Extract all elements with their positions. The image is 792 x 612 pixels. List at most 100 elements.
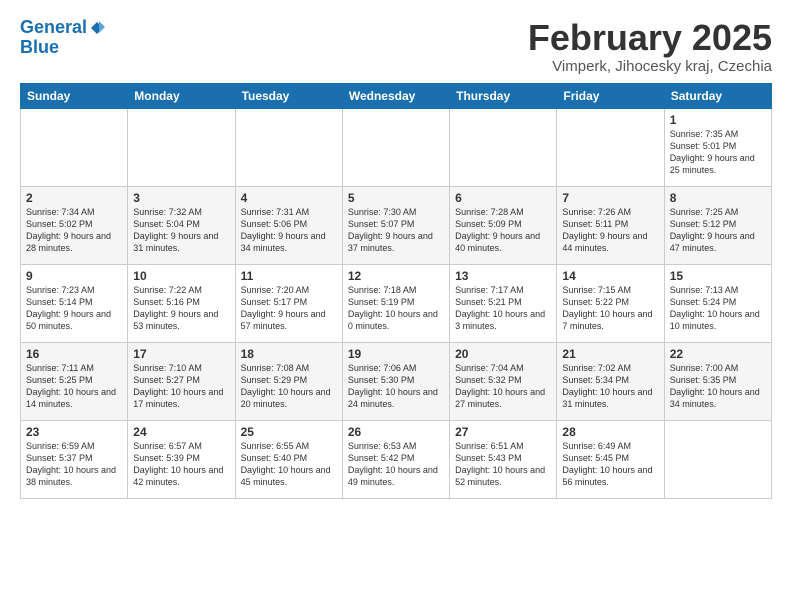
day-number: 19: [348, 347, 444, 361]
day-info: Sunrise: 7:08 AM Sunset: 5:29 PM Dayligh…: [241, 362, 337, 411]
day-number: 6: [455, 191, 551, 205]
calendar-cell: 1Sunrise: 7:35 AM Sunset: 5:01 PM Daylig…: [664, 108, 771, 186]
logo: General Blue: [20, 18, 105, 58]
col-header-friday: Friday: [557, 83, 664, 108]
calendar-cell: 10Sunrise: 7:22 AM Sunset: 5:16 PM Dayli…: [128, 264, 235, 342]
calendar-cell: 18Sunrise: 7:08 AM Sunset: 5:29 PM Dayli…: [235, 342, 342, 420]
calendar-cell: [664, 420, 771, 498]
calendar-row-4: 23Sunrise: 6:59 AM Sunset: 5:37 PM Dayli…: [21, 420, 772, 498]
col-header-monday: Monday: [128, 83, 235, 108]
day-info: Sunrise: 6:49 AM Sunset: 5:45 PM Dayligh…: [562, 440, 658, 489]
calendar-cell: 15Sunrise: 7:13 AM Sunset: 5:24 PM Dayli…: [664, 264, 771, 342]
day-info: Sunrise: 6:59 AM Sunset: 5:37 PM Dayligh…: [26, 440, 122, 489]
day-number: 18: [241, 347, 337, 361]
day-info: Sunrise: 7:10 AM Sunset: 5:27 PM Dayligh…: [133, 362, 229, 411]
header: General Blue February 2025 Vimperk, Jiho…: [20, 18, 772, 75]
day-info: Sunrise: 7:22 AM Sunset: 5:16 PM Dayligh…: [133, 284, 229, 333]
subtitle: Vimperk, Jihocesky kraj, Czechia: [528, 58, 772, 75]
day-number: 20: [455, 347, 551, 361]
day-number: 1: [670, 113, 766, 127]
day-info: Sunrise: 7:23 AM Sunset: 5:14 PM Dayligh…: [26, 284, 122, 333]
logo-text: General: [20, 18, 105, 38]
calendar-cell: 9Sunrise: 7:23 AM Sunset: 5:14 PM Daylig…: [21, 264, 128, 342]
day-number: 5: [348, 191, 444, 205]
day-number: 13: [455, 269, 551, 283]
day-number: 14: [562, 269, 658, 283]
calendar-cell: 5Sunrise: 7:30 AM Sunset: 5:07 PM Daylig…: [342, 186, 449, 264]
day-number: 3: [133, 191, 229, 205]
calendar-cell: 17Sunrise: 7:10 AM Sunset: 5:27 PM Dayli…: [128, 342, 235, 420]
calendar-row-2: 9Sunrise: 7:23 AM Sunset: 5:14 PM Daylig…: [21, 264, 772, 342]
calendar-cell: [450, 108, 557, 186]
day-number: 11: [241, 269, 337, 283]
day-number: 27: [455, 425, 551, 439]
day-number: 9: [26, 269, 122, 283]
calendar-cell: 28Sunrise: 6:49 AM Sunset: 5:45 PM Dayli…: [557, 420, 664, 498]
calendar-cell: 24Sunrise: 6:57 AM Sunset: 5:39 PM Dayli…: [128, 420, 235, 498]
calendar-row-3: 16Sunrise: 7:11 AM Sunset: 5:25 PM Dayli…: [21, 342, 772, 420]
calendar-cell: 6Sunrise: 7:28 AM Sunset: 5:09 PM Daylig…: [450, 186, 557, 264]
col-header-wednesday: Wednesday: [342, 83, 449, 108]
calendar: SundayMondayTuesdayWednesdayThursdayFrid…: [20, 83, 772, 499]
day-info: Sunrise: 7:34 AM Sunset: 5:02 PM Dayligh…: [26, 206, 122, 255]
month-title: February 2025: [528, 18, 772, 58]
day-number: 12: [348, 269, 444, 283]
day-info: Sunrise: 6:53 AM Sunset: 5:42 PM Dayligh…: [348, 440, 444, 489]
calendar-cell: 26Sunrise: 6:53 AM Sunset: 5:42 PM Dayli…: [342, 420, 449, 498]
day-info: Sunrise: 7:11 AM Sunset: 5:25 PM Dayligh…: [26, 362, 122, 411]
calendar-cell: 4Sunrise: 7:31 AM Sunset: 5:06 PM Daylig…: [235, 186, 342, 264]
day-info: Sunrise: 7:02 AM Sunset: 5:34 PM Dayligh…: [562, 362, 658, 411]
calendar-cell: [557, 108, 664, 186]
col-header-thursday: Thursday: [450, 83, 557, 108]
calendar-cell: [128, 108, 235, 186]
day-info: Sunrise: 7:25 AM Sunset: 5:12 PM Dayligh…: [670, 206, 766, 255]
page: General Blue February 2025 Vimperk, Jiho…: [0, 0, 792, 509]
day-info: Sunrise: 7:32 AM Sunset: 5:04 PM Dayligh…: [133, 206, 229, 255]
day-info: Sunrise: 7:13 AM Sunset: 5:24 PM Dayligh…: [670, 284, 766, 333]
day-number: 21: [562, 347, 658, 361]
title-section: February 2025 Vimperk, Jihocesky kraj, C…: [528, 18, 772, 75]
day-info: Sunrise: 7:00 AM Sunset: 5:35 PM Dayligh…: [670, 362, 766, 411]
calendar-cell: 14Sunrise: 7:15 AM Sunset: 5:22 PM Dayli…: [557, 264, 664, 342]
calendar-row-1: 2Sunrise: 7:34 AM Sunset: 5:02 PM Daylig…: [21, 186, 772, 264]
calendar-cell: 3Sunrise: 7:32 AM Sunset: 5:04 PM Daylig…: [128, 186, 235, 264]
calendar-row-0: 1Sunrise: 7:35 AM Sunset: 5:01 PM Daylig…: [21, 108, 772, 186]
day-number: 24: [133, 425, 229, 439]
day-info: Sunrise: 6:57 AM Sunset: 5:39 PM Dayligh…: [133, 440, 229, 489]
calendar-cell: 27Sunrise: 6:51 AM Sunset: 5:43 PM Dayli…: [450, 420, 557, 498]
day-number: 15: [670, 269, 766, 283]
calendar-cell: 11Sunrise: 7:20 AM Sunset: 5:17 PM Dayli…: [235, 264, 342, 342]
calendar-cell: 21Sunrise: 7:02 AM Sunset: 5:34 PM Dayli…: [557, 342, 664, 420]
calendar-cell: 22Sunrise: 7:00 AM Sunset: 5:35 PM Dayli…: [664, 342, 771, 420]
logo-blue: Blue: [20, 38, 105, 58]
day-number: 17: [133, 347, 229, 361]
col-header-tuesday: Tuesday: [235, 83, 342, 108]
day-number: 25: [241, 425, 337, 439]
calendar-cell: [21, 108, 128, 186]
day-info: Sunrise: 7:20 AM Sunset: 5:17 PM Dayligh…: [241, 284, 337, 333]
day-number: 8: [670, 191, 766, 205]
header-row: SundayMondayTuesdayWednesdayThursdayFrid…: [21, 83, 772, 108]
calendar-cell: 16Sunrise: 7:11 AM Sunset: 5:25 PM Dayli…: [21, 342, 128, 420]
calendar-cell: 19Sunrise: 7:06 AM Sunset: 5:30 PM Dayli…: [342, 342, 449, 420]
day-number: 22: [670, 347, 766, 361]
calendar-cell: [235, 108, 342, 186]
calendar-cell: 8Sunrise: 7:25 AM Sunset: 5:12 PM Daylig…: [664, 186, 771, 264]
day-info: Sunrise: 6:51 AM Sunset: 5:43 PM Dayligh…: [455, 440, 551, 489]
day-number: 4: [241, 191, 337, 205]
calendar-cell: 20Sunrise: 7:04 AM Sunset: 5:32 PM Dayli…: [450, 342, 557, 420]
logo-icon: [89, 20, 105, 36]
day-info: Sunrise: 7:35 AM Sunset: 5:01 PM Dayligh…: [670, 128, 766, 177]
day-info: Sunrise: 7:06 AM Sunset: 5:30 PM Dayligh…: [348, 362, 444, 411]
calendar-cell: 12Sunrise: 7:18 AM Sunset: 5:19 PM Dayli…: [342, 264, 449, 342]
calendar-cell: 7Sunrise: 7:26 AM Sunset: 5:11 PM Daylig…: [557, 186, 664, 264]
day-info: Sunrise: 7:28 AM Sunset: 5:09 PM Dayligh…: [455, 206, 551, 255]
calendar-cell: 25Sunrise: 6:55 AM Sunset: 5:40 PM Dayli…: [235, 420, 342, 498]
day-info: Sunrise: 7:18 AM Sunset: 5:19 PM Dayligh…: [348, 284, 444, 333]
day-info: Sunrise: 6:55 AM Sunset: 5:40 PM Dayligh…: [241, 440, 337, 489]
col-header-sunday: Sunday: [21, 83, 128, 108]
day-info: Sunrise: 7:30 AM Sunset: 5:07 PM Dayligh…: [348, 206, 444, 255]
day-info: Sunrise: 7:17 AM Sunset: 5:21 PM Dayligh…: [455, 284, 551, 333]
day-number: 7: [562, 191, 658, 205]
calendar-cell: 23Sunrise: 6:59 AM Sunset: 5:37 PM Dayli…: [21, 420, 128, 498]
